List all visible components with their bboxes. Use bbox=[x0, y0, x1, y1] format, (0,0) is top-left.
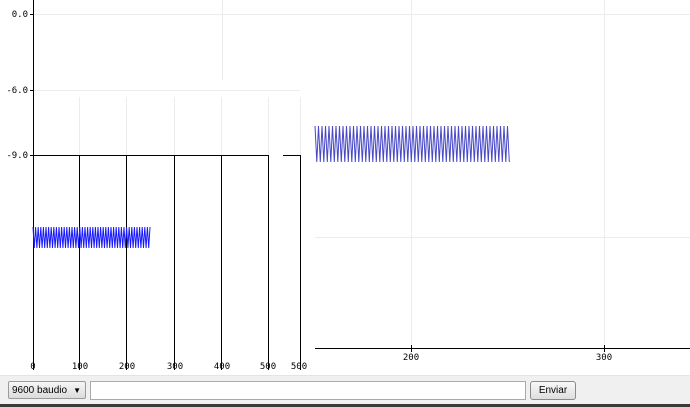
bottom-toolbar: 9600 baudio ▼ Enviar bbox=[0, 375, 690, 406]
send-button[interactable]: Enviar bbox=[530, 381, 576, 400]
baud-rate-value: 9600 baudio bbox=[12, 385, 68, 396]
y-tick-label: -9.0 bbox=[6, 151, 28, 161]
x-tick-label: 300 bbox=[167, 362, 183, 372]
y-tick-label: 0.0 bbox=[12, 10, 28, 20]
baud-rate-select[interactable]: 9600 baudio ▼ bbox=[8, 381, 86, 399]
y-tick-label: -6.0 bbox=[6, 86, 28, 96]
serial-plotter-canvas: 0.0 -6.0 -9.0 0 100 200 300 400 500 500 … bbox=[6, 0, 690, 372]
x-tick-label: 200 bbox=[119, 362, 135, 372]
x-tick-label: 300 bbox=[596, 353, 612, 363]
grid-lines bbox=[33, 0, 690, 348]
x-tick-label: 100 bbox=[72, 362, 88, 372]
series-line-right bbox=[314, 125, 510, 163]
x-tick-label: 200 bbox=[403, 353, 419, 363]
right-axes bbox=[315, 345, 690, 352]
x-tick-label: 500 bbox=[260, 362, 276, 372]
x-tick-label: 0 bbox=[30, 362, 35, 372]
left-axes bbox=[30, 0, 301, 370]
message-input[interactable] bbox=[90, 381, 526, 400]
x-tick-label: 400 bbox=[214, 362, 230, 372]
series-line-left bbox=[32, 226, 151, 249]
chevron-down-icon: ▼ bbox=[73, 386, 81, 395]
x-tick-label: 500 bbox=[291, 362, 307, 372]
